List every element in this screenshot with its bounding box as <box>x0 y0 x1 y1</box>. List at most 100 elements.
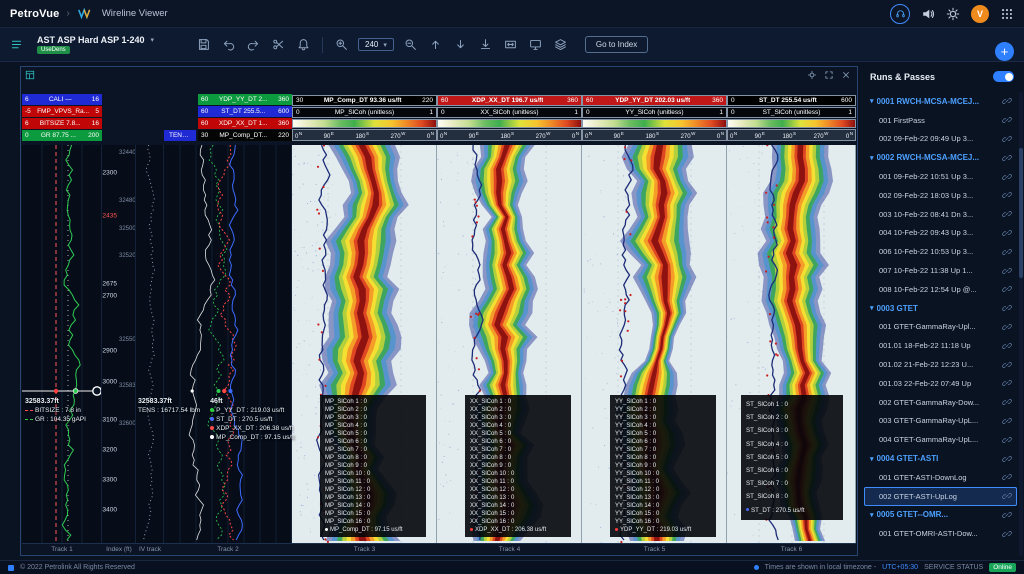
plot-col-0[interactable]: 32583.37ftBITSIZE : 7.8 inGR : 104.35 gA… <box>22 145 102 543</box>
azimuth-value: 0 <box>730 134 733 140</box>
presentation-button[interactable] <box>527 36 544 53</box>
curve-max: 16 <box>92 120 99 127</box>
template-selector[interactable]: AST ASP Hard ASP 1-240 ▾ UseDens <box>37 35 187 54</box>
panel-settings-gear-icon[interactable] <box>807 70 817 80</box>
support-headset-icon[interactable] <box>890 4 910 24</box>
azimuth-label: 0N <box>846 131 853 140</box>
header-col-2 <box>136 67 164 145</box>
pass-item[interactable]: 001 GTET-GammaRay-Upl... <box>864 318 1017 337</box>
pass-item[interactable]: 001 GTET-ASTI-DownLog <box>864 468 1017 487</box>
settings-gear-icon[interactable] <box>946 7 960 21</box>
legend-line: YY_SlCoh 16 : 0 <box>615 518 711 526</box>
pass-item[interactable]: 001.02 21-Feb-22 12:23 U... <box>864 355 1017 374</box>
speaker-icon[interactable] <box>921 7 935 21</box>
scroll-up-button[interactable] <box>427 36 444 53</box>
legend-line: MP_SlCoh 15 : 0 <box>325 510 421 518</box>
cut-button[interactable] <box>270 36 287 53</box>
fit-width-button[interactable] <box>502 36 519 53</box>
azimuth-dir: N <box>734 131 737 136</box>
readout-line: ST_DT : 270.5 us/ft <box>210 415 295 424</box>
plot-col-5[interactable]: XX_SlCoh 1 : 0XX_SlCoh 2 : 0XX_SlCoh 3 :… <box>437 145 582 543</box>
azimuth-value: 90 <box>324 134 331 140</box>
template-badge: UseDens <box>37 46 70 54</box>
curve-min: 6 <box>25 96 29 103</box>
pass-item[interactable]: 001 GTET-OMRI-ASTI-Dow... <box>864 524 1017 543</box>
header-col-4: 30MP_Comp_DT 93.36 us/ft2200MP_SlCoh (un… <box>292 67 437 145</box>
depth-label-zoomed: 32440 <box>119 150 136 156</box>
redo-button[interactable] <box>245 36 262 53</box>
brand-logo[interactable]: PetroVue <box>10 8 59 20</box>
scale-select[interactable]: 240 ▾ <box>358 38 394 51</box>
scrollbar-thumb[interactable] <box>1019 148 1023 278</box>
panel-expand-icon[interactable] <box>824 70 834 80</box>
runs-section[interactable]: ▾0004 GTET-ASTI <box>864 449 1017 468</box>
pass-item[interactable]: 003 10-Feb-22 08:41 Dn 3... <box>864 205 1017 224</box>
runs-section[interactable]: ▾0002 RWCH-MCSA-MCEJ... <box>864 148 1017 167</box>
pass-item[interactable]: 007 10-Feb-22 11:38 Up 1... <box>864 261 1017 280</box>
pass-item[interactable]: 001 FirstPass <box>864 111 1017 130</box>
track-label: Track 2 <box>164 544 292 555</box>
legend-line: XX_SlCoh 12 : 0 <box>470 486 566 494</box>
plot-col-2[interactable] <box>136 145 164 543</box>
runs-passes-toggle[interactable] <box>993 71 1014 82</box>
pass-item[interactable]: 002 GTET-GammaRay-Dow... <box>864 393 1017 412</box>
curve-max: 16 <box>92 96 99 103</box>
plot-col-4[interactable]: MP_SlCoh 1 : 0MP_SlCoh 2 : 0MP_SlCoh 3 :… <box>292 145 437 543</box>
pass-item[interactable]: 002 09-Feb-22 09:49 Up 3... <box>864 130 1017 149</box>
azimuth-dir: E <box>762 131 765 136</box>
legend-line: ST_SlCoh 4 : 0 <box>746 438 838 451</box>
pass-item[interactable]: 003 GTET-GammaRay-UpL... <box>864 412 1017 431</box>
link-icon <box>1002 472 1012 482</box>
azimuth-dir: N <box>721 131 724 136</box>
curve-marker-icon <box>210 417 214 421</box>
scroll-down-button[interactable] <box>452 36 469 53</box>
azimuth-dir: E <box>621 131 624 136</box>
pass-item[interactable]: 001.03 22-Feb-22 07:49 Up <box>864 374 1017 393</box>
pass-item[interactable]: 008 10-Feb-22 12:54 Up @... <box>864 280 1017 299</box>
layers-button[interactable] <box>552 36 569 53</box>
azimuth-label: 180S <box>782 131 796 140</box>
pass-item[interactable]: 002 GTET-ASTI-UpLog <box>864 487 1017 506</box>
pass-item[interactable]: 001.01 18-Feb-22 11:18 Up <box>864 336 1017 355</box>
pass-item[interactable]: 004 10-Feb-22 09:43 Up 3... <box>864 224 1017 243</box>
plot-col-6[interactable]: YY_SlCoh 1 : 0YY_SlCoh 2 : 0YY_SlCoh 3 :… <box>582 145 727 543</box>
sidebar-scrollbar[interactable] <box>1019 92 1023 556</box>
zoom-out-button[interactable] <box>402 36 419 53</box>
add-button[interactable]: + <box>995 42 1014 61</box>
readout-text: P_YY_DT : 219.03 us/ft <box>216 407 284 414</box>
runs-section[interactable]: ▾0001 RWCH-MCSA-MCEJ... <box>864 92 1017 111</box>
pass-item[interactable]: 004 GTET-GammaRay-UpL... <box>864 430 1017 449</box>
link-icon <box>1002 303 1012 313</box>
runs-section[interactable]: ▾0005 GTET--OMR... <box>864 506 1017 525</box>
alerts-bell-button[interactable] <box>295 36 312 53</box>
pass-item[interactable]: 002 09-Feb-22 18:03 Up 3... <box>864 186 1017 205</box>
azimuth-dir: S <box>511 131 514 136</box>
zoom-in-button[interactable] <box>333 36 350 53</box>
go-to-index-button[interactable]: Go to Index <box>585 36 648 53</box>
timezone-link[interactable]: UTC+05:30 <box>882 564 918 571</box>
curve-max: 220 <box>278 132 289 139</box>
pass-label: 003 GTET-GammaRay-UpL... <box>879 416 999 425</box>
azimuth-value: 270 <box>536 134 546 140</box>
log-plot-area[interactable]: 32583.37ftBITSIZE : 7.8 inGR : 104.35 gA… <box>22 145 856 543</box>
go-to-bottom-button[interactable] <box>477 36 494 53</box>
runs-section[interactable]: ▾0003 GTET <box>864 299 1017 318</box>
coh-min: 0 <box>731 109 735 116</box>
plot-col-3[interactable] <box>164 145 292 543</box>
azimuth-label: 0N <box>295 131 302 140</box>
header-col-0: 6CALI —16-5FMP_VPVS_Ra...56BITSIZE 7.8..… <box>22 67 102 145</box>
presets-list-icon[interactable] <box>8 36 25 53</box>
plot-col-1[interactable]: 3230032435326753270032900330003310033200… <box>102 145 136 543</box>
depth-label: 33300 <box>102 476 117 483</box>
plot-col-7[interactable]: ST_SlCoh 1 : 0ST_SlCoh 2 : 0ST_SlCoh 3 :… <box>727 145 856 543</box>
undo-button[interactable] <box>220 36 237 53</box>
pass-item[interactable]: 001 09-Feb-22 10:51 Up 3... <box>864 167 1017 186</box>
depth-label-zoomed: 32520 <box>119 253 136 259</box>
panel-close-icon[interactable] <box>841 70 851 80</box>
apps-grid-icon[interactable] <box>1000 7 1014 21</box>
curve-min: 0 <box>25 132 29 139</box>
azimuth-label: 180S <box>355 131 369 140</box>
user-avatar[interactable]: V <box>971 5 989 23</box>
save-button[interactable] <box>195 36 212 53</box>
pass-item[interactable]: 006 10-Feb-22 10:53 Up 3... <box>864 242 1017 261</box>
